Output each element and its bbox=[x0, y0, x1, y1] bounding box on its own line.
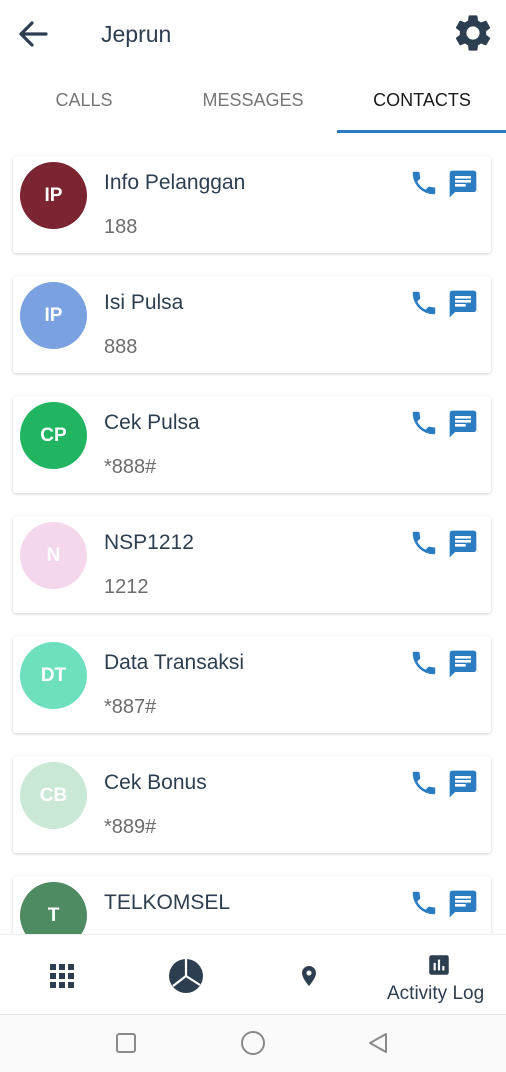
avatar: CP bbox=[20, 402, 87, 469]
contact-name: Cek Pulsa bbox=[104, 411, 200, 434]
contact-card[interactable]: N NSP1212 1212 bbox=[13, 516, 491, 613]
contact-card[interactable]: CP Cek Pulsa *888# bbox=[13, 396, 491, 493]
message-button[interactable] bbox=[447, 408, 479, 440]
page-title: Jeprun bbox=[101, 21, 172, 47]
message-icon bbox=[449, 530, 477, 558]
phone-icon bbox=[412, 531, 436, 555]
contact-card[interactable]: DT Data Transaksi *887# bbox=[13, 636, 491, 733]
contact-number: *889# bbox=[104, 816, 157, 838]
contact-number: 888 bbox=[104, 336, 138, 358]
nav-dialpad[interactable] bbox=[0, 935, 126, 1015]
nav-location[interactable] bbox=[252, 935, 378, 1015]
contact-number: 1212 bbox=[104, 576, 149, 598]
call-button[interactable] bbox=[409, 528, 439, 558]
contact-number: *888# bbox=[104, 456, 157, 478]
avatar: N bbox=[20, 522, 87, 589]
message-icon bbox=[449, 890, 477, 918]
activity-log-label: Activity Log bbox=[387, 983, 485, 1004]
message-icon bbox=[449, 770, 477, 798]
phone-icon bbox=[412, 651, 436, 675]
contacts-list[interactable]: IP Info Pelanggan 188 IP Isi Pulsa 888 C… bbox=[0, 134, 506, 934]
back-arrow-icon bbox=[19, 21, 48, 47]
avatar: IP bbox=[20, 282, 87, 349]
avatar: DT bbox=[20, 642, 87, 709]
contact-number: *887# bbox=[104, 696, 157, 718]
message-button[interactable] bbox=[447, 528, 479, 560]
contact-name: Cek Bonus bbox=[104, 771, 207, 794]
contact-name: Info Pelanggan bbox=[104, 171, 246, 194]
contact-card[interactable]: T TELKOMSEL bbox=[13, 876, 491, 934]
call-button[interactable] bbox=[409, 768, 439, 798]
pie-chart-icon bbox=[169, 959, 203, 993]
active-tab-indicator bbox=[337, 130, 506, 133]
contact-card[interactable]: IP Isi Pulsa 888 bbox=[13, 276, 491, 373]
message-button[interactable] bbox=[447, 648, 479, 680]
call-button[interactable] bbox=[409, 168, 439, 198]
message-button[interactable] bbox=[447, 768, 479, 800]
tab-messages[interactable]: MESSAGES bbox=[169, 68, 337, 132]
message-button[interactable] bbox=[447, 288, 479, 320]
system-navigation-bar bbox=[0, 1014, 506, 1072]
message-icon bbox=[449, 290, 477, 318]
location-pin-icon bbox=[302, 966, 316, 986]
contact-name: TELKOMSEL bbox=[104, 891, 231, 914]
app-header: Jeprun bbox=[0, 0, 506, 68]
phone-icon bbox=[412, 171, 436, 195]
bar-chart-icon bbox=[429, 955, 449, 975]
phone-icon bbox=[412, 291, 436, 315]
message-button[interactable] bbox=[447, 168, 479, 200]
contact-name: Isi Pulsa bbox=[104, 291, 184, 314]
avatar: IP bbox=[20, 162, 87, 229]
avatar: CB bbox=[20, 762, 87, 829]
contact-number: 188 bbox=[104, 216, 138, 238]
back-button[interactable] bbox=[14, 14, 54, 54]
settings-button[interactable] bbox=[451, 11, 495, 55]
tab-bar: CALLS MESSAGES CONTACTS bbox=[0, 68, 506, 134]
call-button[interactable] bbox=[409, 888, 439, 918]
message-icon bbox=[449, 170, 477, 198]
tab-contacts[interactable]: CONTACTS bbox=[338, 68, 506, 132]
phone-icon bbox=[412, 771, 436, 795]
gear-icon bbox=[455, 15, 491, 51]
contact-name: NSP1212 bbox=[104, 531, 194, 554]
phone-icon bbox=[412, 891, 436, 915]
message-button[interactable] bbox=[447, 888, 479, 920]
contact-card[interactable]: IP Info Pelanggan 188 bbox=[13, 156, 491, 253]
contact-name: Data Transaksi bbox=[104, 651, 245, 674]
contact-card[interactable]: CB Cek Bonus *889# bbox=[13, 756, 491, 853]
message-icon bbox=[449, 650, 477, 678]
home-circle-icon[interactable] bbox=[240, 1030, 266, 1056]
recents-square-icon[interactable] bbox=[115, 1032, 137, 1054]
call-button[interactable] bbox=[409, 648, 439, 678]
message-icon bbox=[449, 410, 477, 438]
dialpad-grid-icon bbox=[50, 964, 74, 988]
back-triangle-icon[interactable] bbox=[366, 1031, 390, 1055]
phone-icon bbox=[412, 411, 436, 435]
call-button[interactable] bbox=[409, 408, 439, 438]
call-button[interactable] bbox=[409, 288, 439, 318]
nav-statistics[interactable] bbox=[126, 935, 252, 1015]
avatar: T bbox=[20, 882, 87, 934]
bottom-navigation: Activity Log bbox=[0, 934, 506, 1015]
tab-calls[interactable]: CALLS bbox=[0, 68, 168, 132]
